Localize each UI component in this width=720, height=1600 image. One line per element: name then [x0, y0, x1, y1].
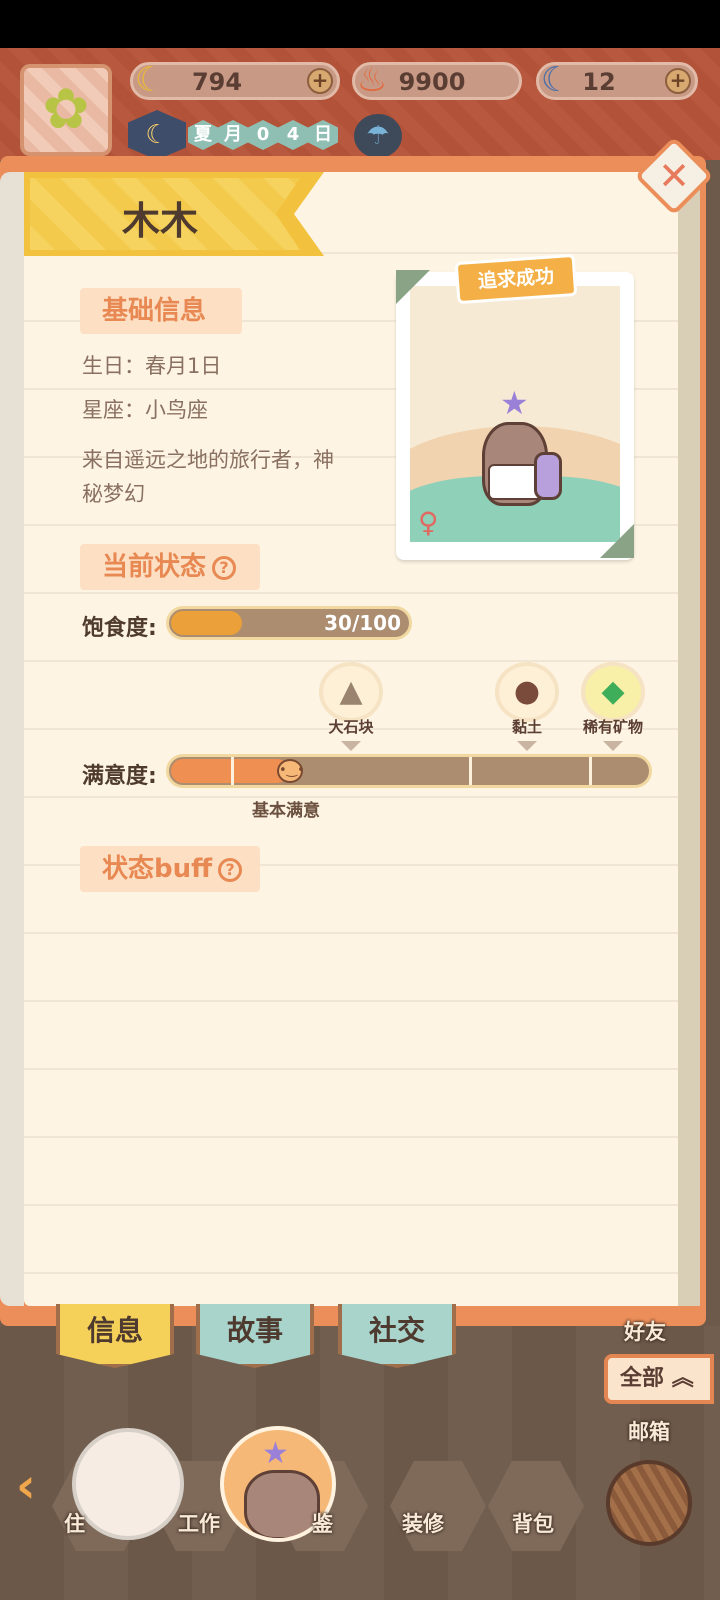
satiety-bar-fill [171, 611, 242, 635]
date-digit-2: 4 [278, 120, 308, 150]
tapir-character-portrait: ★ [472, 384, 564, 522]
reward-pointer [517, 741, 537, 751]
courtship-success-stamp: 追求成功 [454, 253, 578, 305]
double-chevron-up-icon: ︽ [671, 1366, 694, 1391]
reward-big-rock[interactable]: ▲ 大石块 [316, 662, 386, 751]
panel-page-edge [0, 172, 24, 1306]
fire-value: 9900 [398, 68, 466, 96]
chevron-left-icon[interactable]: ‹ [16, 1458, 36, 1514]
section-status-buff: 状态buff? [80, 846, 260, 892]
nav-guide-label: 鉴 [312, 1512, 333, 1536]
satiety-value: 30/100 [324, 611, 401, 635]
nav-backpack-label: 背包 [512, 1512, 554, 1536]
all-toggle-button[interactable]: 全部 ︽ [604, 1354, 714, 1404]
reward-label: 稀有矿物 [582, 718, 643, 736]
satisfaction-fill-1 [171, 759, 231, 783]
banana-value: 794 [191, 68, 243, 96]
birthday-text: 生日：春月1日 [82, 354, 222, 378]
star-icon: ★ [262, 1436, 289, 1471]
status-help-icon[interactable]: ? [212, 556, 237, 580]
date-day: 日 [308, 120, 338, 150]
banana-currency: ☾ 794 + [130, 60, 340, 100]
star-hairpin-icon: ★ [500, 384, 529, 422]
clover-icon: ✿ [42, 77, 90, 142]
reward-clay[interactable]: ● 黏土 [492, 662, 562, 751]
all-label: 全部 [620, 1366, 665, 1391]
section-basic-info: 基础信息 [80, 288, 242, 334]
yarn-ball-icon[interactable] [606, 1460, 692, 1546]
big-rock-icon: ▲ [319, 662, 383, 722]
fire-currency: ♨ 9900 [352, 60, 522, 100]
satisfaction-divider [231, 757, 234, 785]
reward-rare-mineral[interactable]: ◆ 稀有矿物 [578, 662, 648, 751]
satisfaction-caption: 基本满意 [252, 801, 320, 821]
night-moon-icon: ☾ [128, 110, 186, 160]
card-corner-top [396, 270, 430, 304]
satisfaction-divider [589, 757, 592, 785]
mailbox-label[interactable]: 邮箱 [628, 1416, 670, 1446]
system-status-bar [0, 0, 720, 48]
satisfaction-bar: •‿• [166, 754, 652, 788]
female-gender-icon: ♀ [418, 506, 439, 539]
rain-cloud-icon[interactable]: ☂ [354, 114, 402, 158]
reward-pointer [603, 741, 623, 751]
nav-decorate-label: 装修 [402, 1512, 444, 1536]
satisfaction-divider [469, 757, 472, 785]
reward-pointer [341, 741, 361, 751]
satiety-label: 饱食度: [82, 616, 157, 641]
clay-icon: ● [495, 662, 559, 722]
section-current-status: 当前状态? [80, 544, 260, 590]
reward-label: 黏土 [511, 718, 542, 736]
rare-mineral-icon: ◆ [581, 662, 645, 722]
description-line-1: 来自遥远之地的旅行者，神 [82, 448, 334, 472]
description-line-2: 秘梦幻 [82, 482, 145, 506]
date-month: 月 [218, 120, 248, 150]
date-season: 夏 [188, 120, 218, 150]
blue-banana-currency: ☾ 12 + [536, 60, 698, 100]
satiety-bar: 30/100 [166, 606, 412, 640]
hamster-avatar[interactable] [72, 1428, 184, 1540]
nav-work-label: 工作 [178, 1512, 220, 1536]
top-hud: ✿ ☾ 794 + ♨ 9900 ☾ 12 + ☾ 夏 月 0 4 日 ☂ [0, 48, 720, 160]
add-banana-button[interactable]: + [307, 68, 333, 94]
buff-help-icon[interactable]: ? [218, 858, 243, 882]
neutral-face-icon: •‿• [277, 759, 305, 783]
add-blue-banana-button[interactable]: + [665, 68, 691, 94]
card-corner-bottom [600, 524, 634, 558]
tapir-face [244, 1470, 320, 1538]
section-status-buff-label: 状态buff [102, 854, 213, 884]
panel-binding [678, 172, 700, 1306]
character-name: 木木 [121, 199, 198, 243]
friends-label[interactable]: 好友 [624, 1316, 666, 1346]
section-current-status-label: 当前状态 [102, 552, 207, 582]
reward-label: 大石块 [328, 718, 374, 736]
blue-banana-value: 12 [582, 68, 616, 96]
satisfaction-label: 满意度: [82, 764, 157, 789]
tapir-backpack [534, 452, 562, 500]
close-icon: ✕ [658, 154, 690, 198]
clover-menu-button[interactable]: ✿ [20, 64, 112, 156]
date-digit-1: 0 [248, 120, 278, 150]
zodiac-text: 星座：小鸟座 [82, 398, 208, 422]
nav-residence-label: 住 [64, 1512, 85, 1536]
